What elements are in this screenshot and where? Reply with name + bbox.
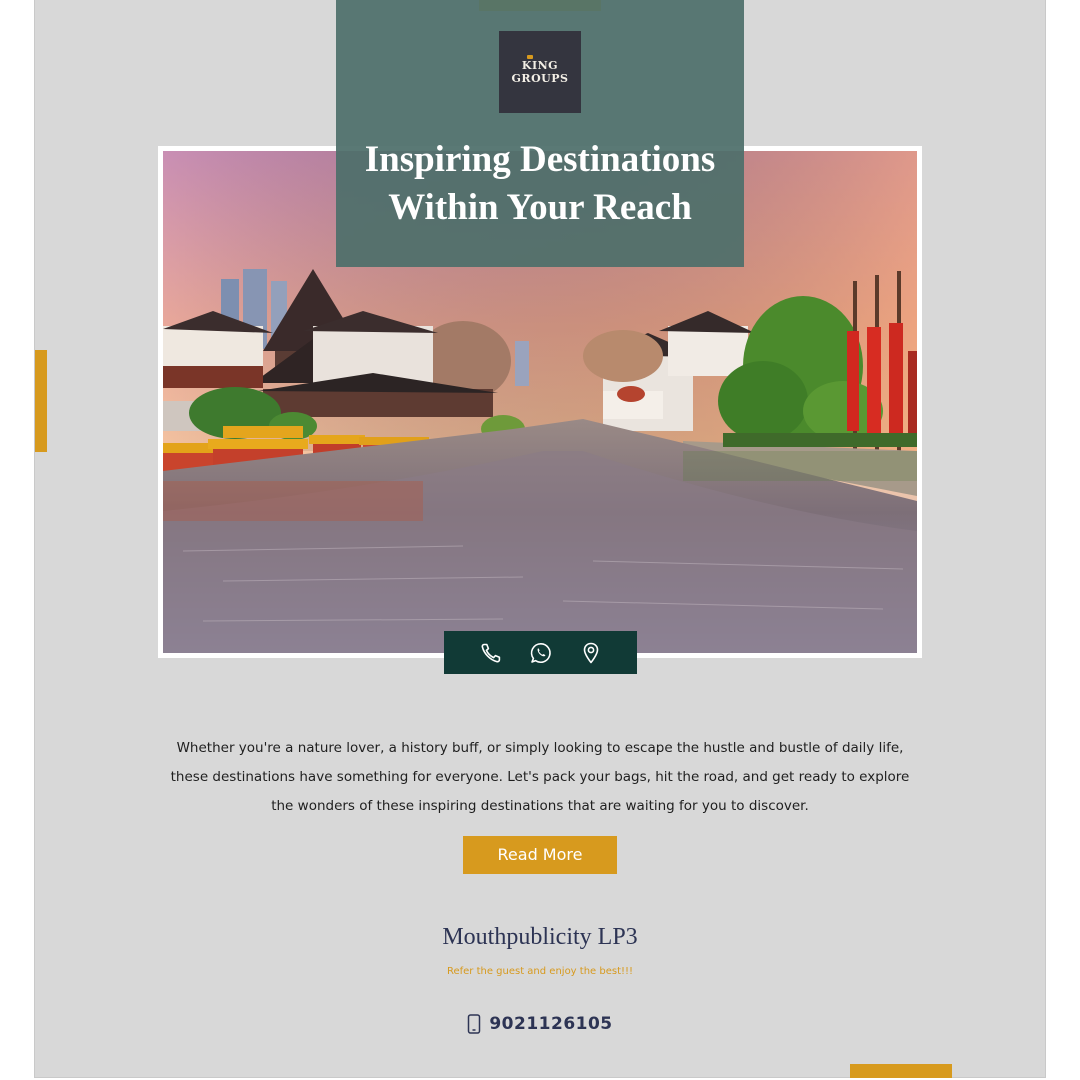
bottom-accent-bar <box>850 1064 952 1078</box>
king-groups-logo[interactable]: KING GROUPS <box>499 31 581 113</box>
description-line-2: these destinations have something for ev… <box>170 769 910 785</box>
logo-line-1: KING <box>521 59 559 72</box>
phone-icon[interactable] <box>479 641 503 665</box>
logo-line-2: GROUPS <box>511 72 569 85</box>
phone-number[interactable]: 9021126105 <box>489 1014 612 1034</box>
brand-tagline: Refer the guest and enjoy the best!!! <box>446 966 634 977</box>
description-line-3: the wonders of these inspiring destinati… <box>271 798 809 814</box>
mobile-phone-icon <box>468 1014 481 1034</box>
whatsapp-icon[interactable] <box>529 641 553 665</box>
crown-icon <box>527 55 533 59</box>
hero-title: Inspiring Destinations Within Your Reach <box>336 136 744 232</box>
location-pin-icon[interactable] <box>579 641 603 665</box>
description-line-1: Whether you're a nature lover, a history… <box>176 740 904 756</box>
brand-name: Mouthpublicity LP3 <box>442 924 638 950</box>
hero-title-line-2: Within Your Reach <box>388 187 692 228</box>
read-more-button[interactable]: Read More <box>463 836 617 874</box>
description-text: Whether you're a nature lover, a history… <box>154 734 926 821</box>
phone-contact[interactable]: 9021126105 <box>440 1012 640 1036</box>
left-accent-bar <box>35 350 47 452</box>
contact-bar <box>444 631 637 674</box>
title-panel: KING GROUPS Inspiring Destinations Withi… <box>336 0 744 267</box>
hero-title-line-1: Inspiring Destinations <box>364 139 716 180</box>
